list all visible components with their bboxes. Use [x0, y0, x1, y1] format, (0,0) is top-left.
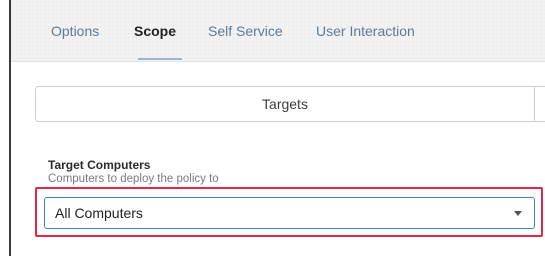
scope-segmented-control: Targets [35, 86, 545, 122]
segment-targets[interactable]: Targets [36, 87, 535, 121]
tab-scope[interactable]: Scope [134, 0, 176, 62]
target-computers-selected-value: All Computers [55, 205, 143, 221]
tab-user-interaction[interactable]: User Interaction [316, 0, 415, 62]
active-tab-indicator [138, 58, 182, 60]
target-computers-select[interactable]: All Computers [44, 197, 535, 229]
caret-down-icon [514, 210, 522, 216]
target-computers-label: Target Computers [48, 158, 151, 172]
policy-editor: Options Scope Self Service User Interact… [0, 0, 545, 256]
target-computers-help-text: Computers to deploy the policy to [48, 173, 219, 185]
tab-self-service[interactable]: Self Service [208, 0, 283, 62]
tab-options[interactable]: Options [51, 0, 99, 62]
tab-bar: Options Scope Self Service User Interact… [11, 0, 545, 62]
